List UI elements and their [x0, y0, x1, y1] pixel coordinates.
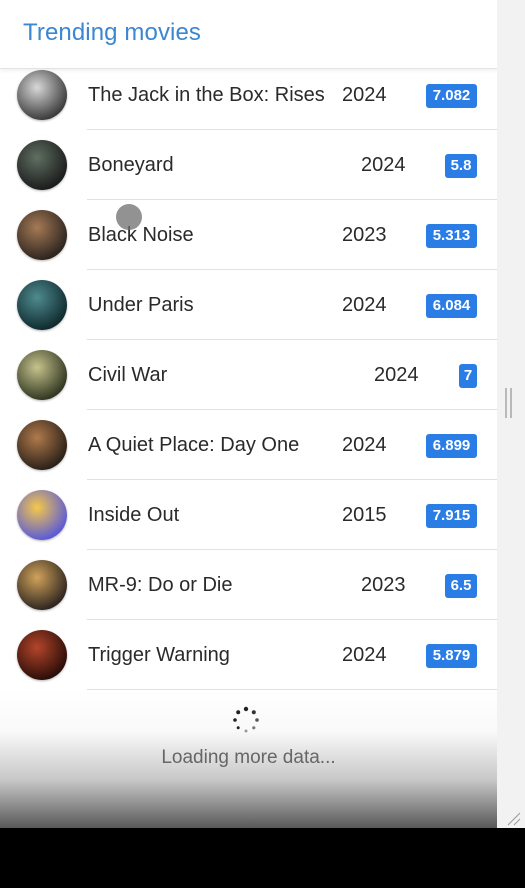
rating-badge: 5.879	[426, 644, 477, 668]
rating-badge: 6.5	[445, 574, 477, 598]
movie-year: 2023	[361, 574, 406, 596]
rating-badge: 6.084	[426, 294, 477, 318]
movie-year: 2023	[342, 224, 387, 246]
movie-year: 2024	[374, 364, 419, 386]
movie-row[interactable]: A Quiet Place: Day One 2024 6.899	[0, 410, 497, 480]
inside-out-poster-icon	[17, 490, 67, 540]
movie-title: Trigger Warning	[88, 644, 230, 666]
movie-row[interactable]: Inside Out 2015 7.915	[0, 480, 497, 550]
movie-year: 2024	[342, 434, 387, 456]
loading-overlay: Loading more data...	[0, 690, 497, 828]
jack-in-the-box-poster-icon	[17, 70, 67, 120]
rating-badge: 7	[459, 364, 477, 388]
rating-badge: 6.899	[426, 434, 477, 458]
movie-row[interactable]: Black Noise 2023 5.313	[0, 200, 497, 270]
boneyard-poster-icon	[17, 140, 67, 190]
touch-indicator	[116, 204, 142, 230]
civil-war-poster-icon	[17, 350, 67, 400]
movie-title: MR-9: Do or Die	[88, 574, 233, 596]
under-paris-poster-icon	[17, 280, 67, 330]
movie-row[interactable]: Trigger Warning 2024 5.879	[0, 620, 497, 690]
movies-panel: Trending movies The Jack in the Box: Ris…	[0, 0, 497, 828]
movie-title: Under Paris	[88, 294, 194, 316]
movie-year: 2024	[342, 84, 387, 106]
movie-year: 2024	[342, 644, 387, 666]
bottom-black-bar	[0, 828, 525, 888]
movie-row[interactable]: MR-9: Do or Die 2023 6.5	[0, 550, 497, 620]
movie-list[interactable]: The Jack in the Box: Rises 2024 7.082 Boney…	[0, 60, 497, 690]
black-noise-poster-icon	[17, 210, 67, 260]
loading-spinner-icon	[233, 706, 259, 733]
movie-year: 2024	[361, 154, 406, 176]
rating-badge: 5.313	[426, 224, 477, 248]
movie-year: 2024	[342, 294, 387, 316]
movie-row[interactable]: Civil War 2024 7	[0, 340, 497, 410]
rating-badge: 7.915	[426, 504, 477, 528]
loading-text: Loading more data...	[161, 747, 336, 768]
movie-row[interactable]: The Jack in the Box: Rises 2024 7.082	[0, 60, 497, 130]
header-bar: Trending movies	[0, 0, 497, 69]
movie-title: Inside Out	[88, 504, 180, 526]
movie-title: A Quiet Place: Day One	[88, 434, 300, 456]
app-frame: Trending movies The Jack in the Box: Ris…	[0, 0, 525, 828]
movie-title: Civil War	[88, 364, 168, 386]
movie-year: 2015	[342, 504, 387, 526]
movie-row[interactable]: Under Paris 2024 6.084	[0, 270, 497, 340]
mr9-poster-icon	[17, 560, 67, 610]
rating-badge: 7.082	[426, 84, 477, 108]
quiet-place-poster-icon	[17, 420, 67, 470]
rating-badge: 5.8	[445, 154, 477, 178]
resize-grip-icon[interactable]	[505, 810, 521, 826]
scrollbar-handle[interactable]	[505, 388, 513, 418]
movie-title: Black Noise	[88, 224, 194, 246]
movie-row[interactable]: Boneyard 2024 5.8	[0, 130, 497, 200]
trigger-warning-poster-icon	[17, 630, 67, 680]
page-title: Trending movies	[23, 19, 202, 46]
movie-title: Boneyard	[88, 154, 174, 176]
movie-title: The Jack in the Box: Rises	[88, 84, 325, 106]
